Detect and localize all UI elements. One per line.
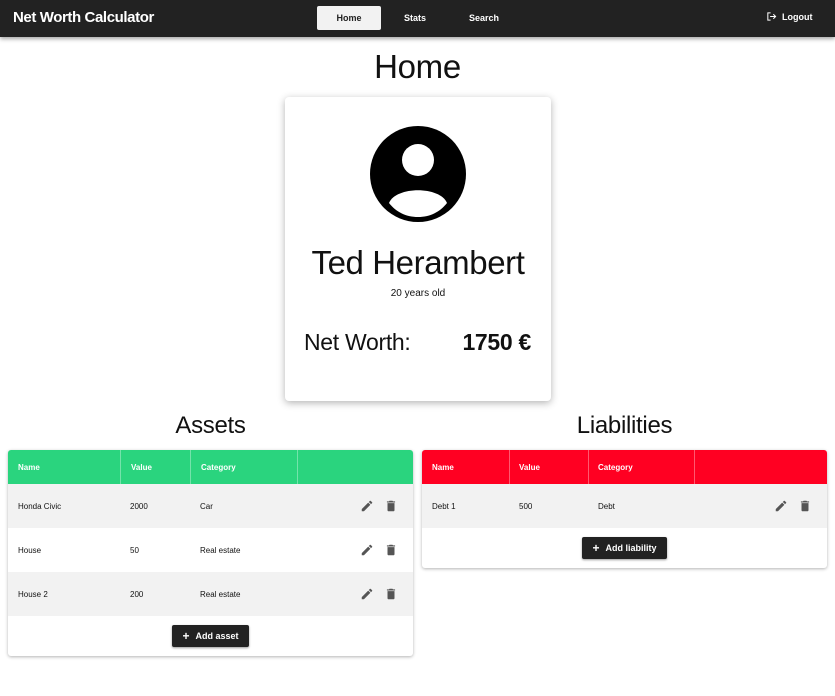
trash-icon <box>386 588 396 600</box>
cell-category: Real estate <box>200 589 241 599</box>
net-worth-value: 1750 € <box>462 329 531 355</box>
trash-icon <box>386 544 396 556</box>
delete-button[interactable] <box>798 499 812 513</box>
edit-button[interactable] <box>774 499 788 513</box>
delete-button[interactable] <box>384 543 398 557</box>
liabilities-table: Name Value Category Debt 1 500 Debt + Ad… <box>422 450 827 568</box>
pencil-icon <box>361 500 373 512</box>
page-title: Home <box>374 48 461 85</box>
account-circle-icon <box>370 126 466 222</box>
logout-label: Logout <box>782 11 813 22</box>
trash-icon <box>800 500 810 512</box>
column-header-value[interactable]: Value <box>509 450 589 484</box>
table-row: House 2 200 Real estate <box>8 572 413 616</box>
assets-heading: Assets <box>175 412 246 439</box>
cell-value: 2000 <box>130 501 148 511</box>
cell-name: Honda Civic <box>18 501 62 511</box>
column-header-category[interactable]: Category <box>588 450 695 484</box>
nav-search-button[interactable]: Search <box>452 6 516 30</box>
pencil-icon <box>361 544 373 556</box>
user-name: Ted Herambert <box>311 244 525 281</box>
profile-card: Ted Herambert 20 years old Net Worth: 17… <box>285 97 551 401</box>
cell-value: 200 <box>130 589 144 599</box>
logout-button[interactable]: Logout <box>766 11 813 22</box>
table-header: Name Value Category <box>8 450 413 484</box>
add-liability-label: Add liability <box>605 543 657 553</box>
user-age: 20 years old <box>390 288 446 299</box>
table-row: Honda Civic 2000 Car <box>8 484 413 528</box>
column-header-category[interactable]: Category <box>191 450 298 484</box>
edit-button[interactable] <box>360 499 374 513</box>
cell-name: House 2 <box>18 589 48 599</box>
cell-category: Real estate <box>200 545 241 555</box>
nav-home-button[interactable]: Home <box>317 6 381 30</box>
top-app-bar: Net Worth Calculator Home Stats Search L… <box>0 0 835 37</box>
column-header-value[interactable]: Value <box>121 450 191 484</box>
column-header-name[interactable]: Name <box>8 450 121 484</box>
nav-stats-button[interactable]: Stats <box>383 6 447 30</box>
liabilities-heading: Liabilities <box>576 412 673 439</box>
delete-button[interactable] <box>384 587 398 601</box>
app-title: Net Worth Calculator <box>13 9 154 26</box>
add-liability-button[interactable]: + Add liability <box>582 537 667 559</box>
cell-value: 50 <box>130 545 139 555</box>
plus-icon: + <box>592 541 600 555</box>
cell-category: Debt <box>598 501 615 511</box>
trash-icon <box>386 500 396 512</box>
pencil-icon <box>361 588 373 600</box>
edit-button[interactable] <box>360 587 374 601</box>
table-row: House 50 Real estate <box>8 528 413 572</box>
net-worth-label: Net Worth: <box>304 329 411 355</box>
pencil-icon <box>775 500 787 512</box>
cell-name: Debt 1 <box>432 501 456 511</box>
add-asset-label: Add asset <box>195 631 239 641</box>
cell-name: House <box>18 545 42 555</box>
plus-icon: + <box>182 629 190 643</box>
cell-category: Car <box>200 501 213 511</box>
logout-icon <box>767 12 777 21</box>
edit-button[interactable] <box>360 543 374 557</box>
add-asset-button[interactable]: + Add asset <box>172 625 249 647</box>
assets-table: Name Value Category Honda Civic 2000 Car… <box>8 450 413 656</box>
table-header: Name Value Category <box>422 450 827 484</box>
delete-button[interactable] <box>384 499 398 513</box>
column-header-name[interactable]: Name <box>422 450 510 484</box>
table-row: Debt 1 500 Debt <box>422 484 827 528</box>
cell-value: 500 <box>519 501 533 511</box>
